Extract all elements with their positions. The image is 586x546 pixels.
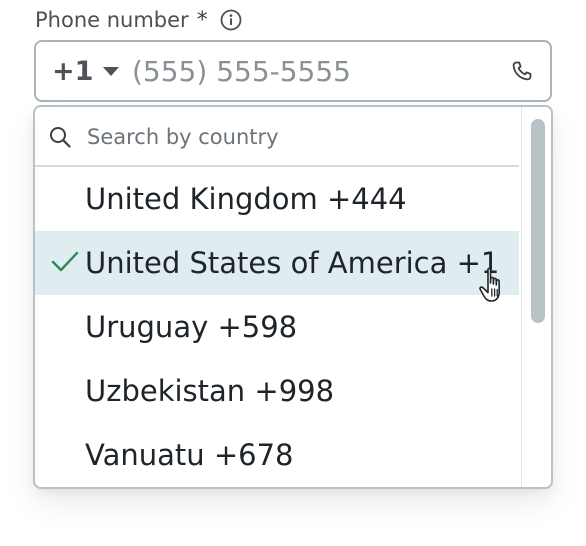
country-option-label: United Kingdom +444 bbox=[85, 182, 407, 216]
country-option-united-kingdom[interactable]: United Kingdom +444 bbox=[35, 167, 519, 231]
country-code-value: +1 bbox=[52, 55, 94, 87]
country-option-label: Uzbekistan +998 bbox=[85, 374, 335, 408]
dropdown-scrollbar[interactable] bbox=[521, 107, 551, 487]
phone-label-row: Phone number * bbox=[35, 4, 242, 36]
info-icon[interactable] bbox=[220, 9, 242, 31]
country-option-uruguay[interactable]: Uruguay +598 bbox=[35, 295, 519, 359]
country-option-united-states[interactable]: United States of America +1 bbox=[35, 231, 519, 295]
country-search-row bbox=[35, 107, 519, 167]
required-asterisk: * bbox=[196, 7, 208, 33]
hand-pointer-icon bbox=[478, 266, 512, 306]
country-dropdown-panel: United Kingdom +444 United States of Ame… bbox=[33, 105, 553, 489]
country-code-dropdown-button[interactable]: +1 bbox=[52, 42, 120, 100]
phone-icon bbox=[510, 59, 534, 83]
checkmark-icon bbox=[51, 251, 79, 273]
search-icon bbox=[49, 126, 71, 148]
country-option-label: Vanuatu +678 bbox=[85, 438, 294, 472]
phone-number-widget: Phone number * +1 (555) 555-5555 Search … bbox=[0, 0, 586, 546]
country-option-vanuatu[interactable]: Vanuatu +678 bbox=[35, 423, 519, 487]
country-option-label: Uruguay +598 bbox=[85, 310, 298, 344]
triangle-down-icon bbox=[102, 66, 120, 77]
country-option-label: United States of America +1 bbox=[85, 246, 500, 280]
country-option-uzbekistan[interactable]: Uzbekistan +998 bbox=[35, 359, 519, 423]
phone-number-field: +1 bbox=[34, 40, 552, 102]
phone-number-input[interactable] bbox=[132, 52, 492, 90]
scrollbar-thumb[interactable] bbox=[531, 119, 545, 323]
country-options-list: United Kingdom +444 United States of Ame… bbox=[35, 167, 519, 487]
country-search-input[interactable] bbox=[87, 120, 497, 154]
phone-number-label: Phone number bbox=[35, 8, 189, 32]
